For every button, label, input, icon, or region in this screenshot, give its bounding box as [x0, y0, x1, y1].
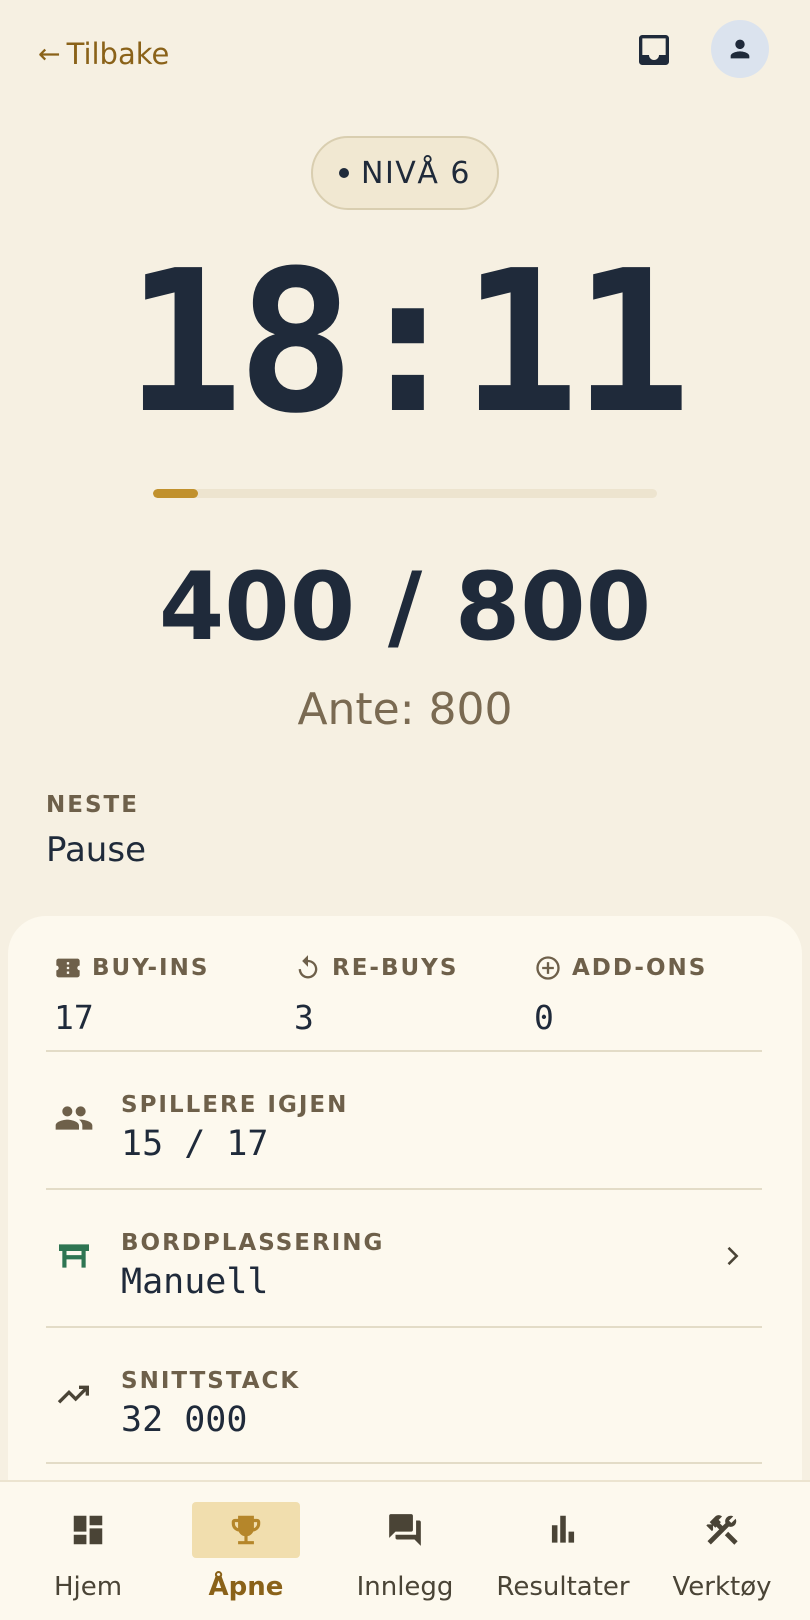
players-remaining-value: 15 / 17 — [121, 1124, 269, 1164]
ticket-icon — [56, 958, 80, 978]
nav-item-resultater[interactable]: Resultater — [483, 1482, 643, 1620]
nav-active-indicator — [192, 1502, 300, 1558]
nav-item-innlegg[interactable]: Innlegg — [325, 1482, 485, 1620]
stat-value: 3 — [294, 998, 314, 1037]
stat-label: RE-BUYS — [332, 955, 459, 981]
divider — [46, 1462, 762, 1464]
inbox-icon[interactable] — [634, 30, 674, 70]
seating-row[interactable]: BORDPLASSERING Manuell — [46, 1190, 762, 1326]
tools-icon — [706, 1515, 738, 1545]
tournament-stats-card: BUY-INS 17 RE-BUYS 3 ADD-ONS 0 SPILLERE … — [8, 916, 802, 1486]
group-icon — [55, 1106, 93, 1130]
stat-label: BUY-INS — [92, 955, 210, 981]
stat-buy-ins: BUY-INS 17 — [54, 950, 284, 1037]
next-label: NESTE — [46, 792, 139, 818]
seating-value: Manuell — [121, 1262, 269, 1302]
nav-item-apne[interactable]: Åpne — [166, 1482, 326, 1620]
stat-label: ADD-ONS — [572, 955, 708, 981]
blinds-value: 400 / 800 — [158, 553, 652, 662]
top-bar: ← Tilbake — [0, 0, 810, 110]
back-button[interactable]: ← Tilbake — [38, 34, 169, 74]
nav-label: Åpne — [208, 1572, 284, 1602]
level-label: NIVÅ 6 — [361, 155, 471, 191]
bottom-navigation: Hjem Åpne Innlegg Resultater Verktøy — [0, 1480, 810, 1620]
average-stack-row: SNITTSTACK 32 000 — [46, 1328, 762, 1464]
level-progress-fill — [153, 489, 199, 498]
entries-stats-row: BUY-INS 17 RE-BUYS 3 ADD-ONS 0 — [46, 950, 762, 1050]
bar-chart-icon — [551, 1515, 575, 1543]
nav-label: Innlegg — [356, 1572, 454, 1602]
forum-icon — [389, 1514, 421, 1546]
account-button[interactable] — [711, 20, 769, 78]
table-icon — [59, 1244, 89, 1268]
trophy-icon — [231, 1515, 261, 1545]
average-stack-value: 32 000 — [121, 1400, 248, 1440]
level-dot-icon — [339, 168, 350, 178]
nav-item-verktoy[interactable]: Verktøy — [642, 1482, 802, 1620]
nav-label: Hjem — [53, 1572, 123, 1602]
stat-re-buys: RE-BUYS 3 — [294, 950, 524, 1037]
nav-label: Resultater — [496, 1572, 630, 1602]
add-circle-icon — [536, 956, 560, 980]
average-stack-label: SNITTSTACK — [121, 1368, 301, 1394]
nav-item-hjem[interactable]: Hjem — [8, 1482, 168, 1620]
back-label: Tilbake — [66, 37, 170, 71]
dashboard-icon — [73, 1515, 103, 1545]
next-value: Pause — [46, 830, 146, 870]
seating-label: BORDPLASSERING — [121, 1230, 385, 1256]
level-badge: NIVÅ 6 — [311, 136, 499, 210]
chevron-right-icon — [727, 1246, 739, 1266]
players-remaining-label: SPILLERE IGJEN — [121, 1092, 349, 1118]
stat-value: 17 — [54, 998, 94, 1037]
stat-value: 0 — [534, 998, 554, 1037]
rebuy-icon — [298, 955, 318, 979]
nav-label: Verktøy — [672, 1572, 772, 1602]
countdown-timer: 18:11 — [124, 229, 691, 457]
trending-up-icon — [57, 1385, 89, 1404]
level-progress-bar — [153, 489, 657, 498]
person-icon — [730, 39, 750, 59]
arrow-left-icon: ← — [38, 38, 61, 70]
ante-value: Ante: 800 — [297, 684, 513, 735]
players-remaining-row: SPILLERE IGJEN 15 / 17 — [46, 1052, 762, 1188]
stat-add-ons: ADD-ONS 0 — [534, 950, 764, 1037]
